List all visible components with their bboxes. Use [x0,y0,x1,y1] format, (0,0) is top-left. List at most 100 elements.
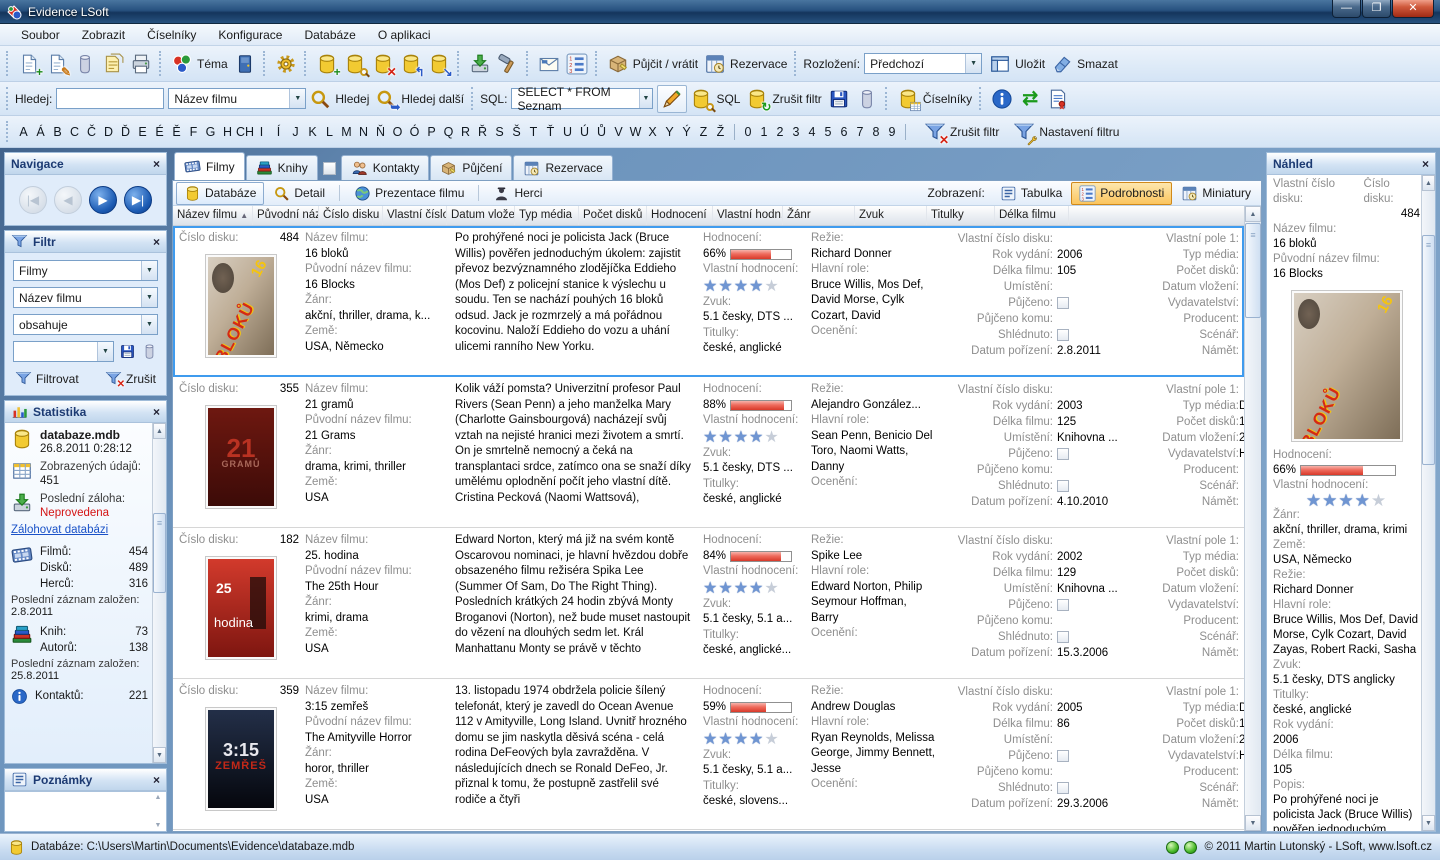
alpha-letter[interactable]: B [49,125,66,139]
tab-filmy[interactable]: Filmy [174,152,245,180]
alpha-letter[interactable]: M [338,125,355,139]
column-header[interactable]: Žánr [783,206,855,225]
alpha-letter[interactable]: O [389,125,406,139]
alpha-digit[interactable]: 7 [852,125,868,139]
column-header[interactable]: Původní náz... [253,206,319,225]
alpha-letter[interactable]: V [610,125,627,139]
menu-databaze[interactable]: Databáze [293,26,366,44]
scroll-up-icon[interactable]: ▲ [153,423,166,439]
column-header[interactable]: Číslo disku [319,206,383,225]
close-button[interactable]: ✕ [1392,0,1434,18]
alpha-letter[interactable]: H [219,125,236,139]
movie-row[interactable]: Číslo disku:182 25hodina Název filmu: 25… [173,528,1244,679]
settings-button[interactable] [272,51,300,77]
nav-first-button[interactable]: |◀ [19,186,47,214]
reservation-button[interactable]: Rezervace [701,51,790,77]
column-header[interactable]: Hodnocení [647,206,713,225]
borrow-return-button[interactable]: Půjčit / vrátit [604,51,701,77]
column-header[interactable]: Vlastní hodn... [713,206,783,225]
save-filter-icon[interactable] [119,343,136,360]
alpha-letter[interactable]: F [185,125,202,139]
filter-value-input[interactable]: ▼ [13,341,114,362]
alpha-letter[interactable]: I [253,125,270,139]
sql-edit-button[interactable] [657,85,687,113]
alpha-letter[interactable]: X [644,125,661,139]
alpha-letter[interactable]: Ř [474,125,491,139]
clear-filter-button[interactable]: ✕Zrušit [105,370,156,387]
alpha-letter[interactable]: Q [440,125,457,139]
borrowed-checkbox[interactable] [1057,297,1069,309]
alpha-letter[interactable]: Č [83,125,100,139]
notes-textarea[interactable]: ▲▼ [5,791,166,831]
cancel-filter-button[interactable]: ↻Zrušit filtr [743,86,824,112]
tab-pujceni[interactable]: Půjčení [430,155,512,180]
alpha-letter[interactable]: D [100,125,117,139]
table-header[interactable]: Název filmu ▲Původní náz...Číslo diskuVl… [173,206,1261,226]
search-field-select[interactable]: Název filmu▼ [168,88,306,109]
movie-row[interactable]: Číslo disku:484 16BLOKŮ Název filmu: 16 … [173,226,1244,377]
alpha-letter[interactable]: E [134,125,151,139]
layout-select[interactable]: Předchozí▼ [864,53,982,74]
alpha-letter[interactable]: Ó [406,125,423,139]
menu-zobrazit[interactable]: Zobrazit [71,26,136,44]
column-header[interactable]: Počet disků [579,206,647,225]
search-button[interactable]: Hledej [306,86,372,112]
refresh-button[interactable]: ⇄ [1016,86,1044,112]
apply-filter-button[interactable]: Filtrovat [15,370,79,387]
menu-o-aplikaci[interactable]: O aplikaci [367,26,442,44]
nav-prev-button[interactable]: ◀ [54,186,82,214]
alpha-letter[interactable]: Z [695,125,712,139]
statistics-scrollbar[interactable]: ▲ ▼ [152,423,166,763]
alpha-letter[interactable]: Ň [372,125,389,139]
nav-last-button[interactable]: ▶| [124,186,152,214]
backup-button[interactable] [466,51,494,77]
preview-scrollbar[interactable]: ▲ ▼ [1421,175,1435,831]
alpha-digit[interactable]: 4 [804,125,820,139]
print-button[interactable] [127,51,155,77]
search-next-button[interactable]: ➥Hledej další [372,86,467,112]
db-export-button[interactable]: ↘ [425,51,453,77]
delete-filter-button[interactable] [853,86,881,112]
close-icon[interactable]: × [153,773,160,787]
view-miniatury-button[interactable]: Miniatury [1174,183,1258,204]
numbered-list-button[interactable] [563,51,591,77]
alpha-letter[interactable]: T [525,125,542,139]
filter-table-select[interactable]: Filmy▼ [13,260,158,281]
column-header[interactable]: Vlastní číslo... [383,206,447,225]
sql-select[interactable]: SELECT * FROM Seznam▼ [511,88,653,109]
nav-next-button[interactable]: ▶ [89,186,117,214]
exit-button[interactable] [231,51,259,77]
scroll-down-icon[interactable]: ▼ [153,747,166,763]
search-input[interactable] [56,88,164,109]
filter-operator-select[interactable]: obsahuje▼ [13,314,158,335]
minimize-button[interactable]: — [1332,0,1361,18]
save-layout-button[interactable]: Uložit [986,51,1048,77]
db-find-button[interactable] [341,51,369,77]
tab-knihy[interactable]: Knihy [246,155,318,180]
save-filter-button[interactable] [825,86,853,112]
menu-soubor[interactable]: Soubor [10,26,71,44]
theme-button[interactable]: Téma [168,51,231,77]
alpha-letter[interactable]: U [559,125,576,139]
alphabet-cancel-filter-button[interactable]: ✕Zrušit filtr [921,119,1002,145]
alpha-letter[interactable]: A [15,125,32,139]
alpha-digit[interactable]: 6 [836,125,852,139]
alpha-letter[interactable]: Ď [117,125,134,139]
alpha-letter[interactable]: S [491,125,508,139]
edit-record-button[interactable]: ✎ [43,51,71,77]
delete-record-button[interactable] [71,51,99,77]
sql-run-button[interactable]: SQL [687,86,743,112]
new-record-button[interactable]: + [15,51,43,77]
menu-konfigurace[interactable]: Konfigurace [207,26,293,44]
alpha-letter[interactable]: L [321,125,338,139]
delete-layout-button[interactable]: Smazat [1048,51,1121,77]
subtab-databaze[interactable]: Databáze [176,182,264,205]
delete-filter-icon[interactable] [141,343,158,360]
tab-kontakty[interactable]: Kontakty [341,155,430,180]
alpha-letter[interactable]: Ů [593,125,610,139]
close-icon[interactable]: × [153,405,160,419]
table-scrollbar[interactable]: ▲ ▼ [1244,206,1261,831]
db-add-button[interactable]: + [313,51,341,77]
close-icon[interactable]: × [1422,157,1429,171]
repair-button[interactable] [494,51,522,77]
